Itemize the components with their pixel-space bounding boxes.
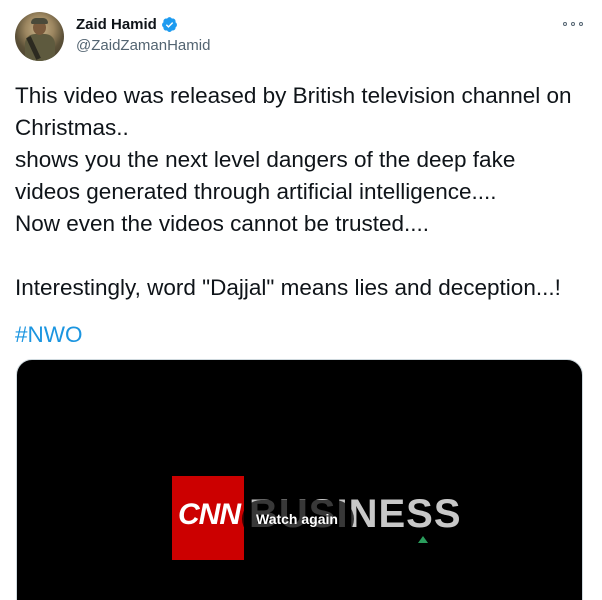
tweet-text: This video was released by British telev… [15, 80, 595, 304]
hashtag-link[interactable]: #NWO [15, 319, 83, 351]
author-name[interactable]: Zaid Hamid [76, 16, 157, 33]
tweet-text-line: Now even the videos cannot be trusted...… [15, 211, 429, 236]
tweet-card: Zaid Hamid @ZaidZamanHamid This video wa… [0, 0, 602, 600]
tweet-text-line: videos generated through artificial inte… [15, 179, 497, 204]
author-handle[interactable]: @ZaidZamanHamid [76, 37, 210, 54]
author-name-row[interactable]: Zaid Hamid [76, 16, 178, 33]
more-options-icon[interactable] [563, 16, 583, 32]
watch-again-button[interactable]: Watch again [242, 500, 354, 538]
verified-badge-icon [161, 17, 177, 32]
tweet-text-line: shows you the next level dangers of the … [15, 147, 516, 172]
tweet-text-spacer [15, 240, 595, 272]
tweet-text-line: Christmas.. [15, 115, 129, 140]
tweet-text-line: This video was released by British telev… [15, 83, 572, 108]
video-player[interactable]: CNN BUSINESS Watch again [16, 359, 583, 600]
avatar[interactable] [15, 12, 64, 61]
watch-again-label: Watch again [256, 511, 338, 527]
tweet-text-line: Interestingly, word "Dajjal" means lies … [15, 275, 561, 300]
cnn-logo-text: CNN [178, 498, 241, 531]
triangle-icon [418, 536, 428, 543]
